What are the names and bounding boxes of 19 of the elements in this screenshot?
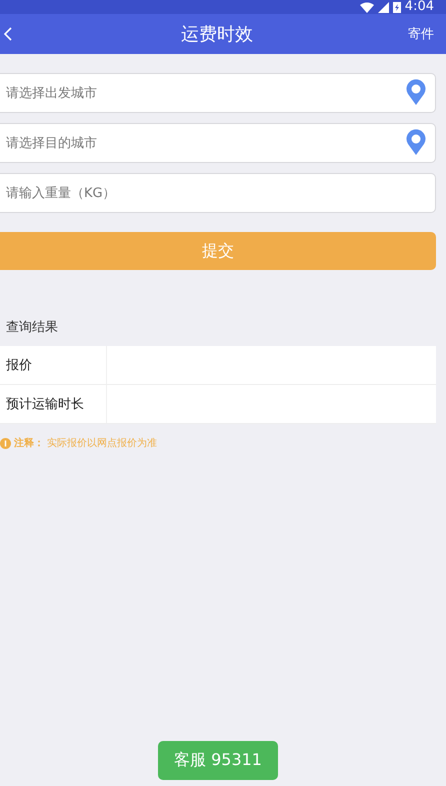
input-field[interactable]: 请输入重量（KG）	[0, 173, 436, 213]
signal-icon	[378, 2, 389, 12]
submit-button[interactable]: 提交	[0, 232, 436, 270]
customer-service-button[interactable]: 客服 95311	[158, 741, 278, 780]
note-text: 实际报价以网点报价为准	[47, 436, 157, 450]
table-cell: 预计运输时长	[0, 385, 107, 423]
location-pin-icon	[406, 129, 426, 155]
status-time: 4:04	[404, 0, 434, 14]
input-field[interactable]: 请选择出发城市	[0, 73, 436, 113]
table-cell: 报价	[0, 346, 107, 384]
page-title: 运费时效	[181, 23, 253, 46]
back-icon	[4, 27, 12, 41]
wifi-icon	[360, 2, 374, 12]
note-label: 注释：	[14, 436, 44, 450]
info-icon	[0, 438, 11, 448]
send-button[interactable]: 寄件	[408, 25, 434, 43]
section-title: 查询结果	[6, 319, 59, 336]
input-field[interactable]: 请选择目的城市	[0, 123, 436, 163]
location-pin-icon	[406, 79, 426, 105]
